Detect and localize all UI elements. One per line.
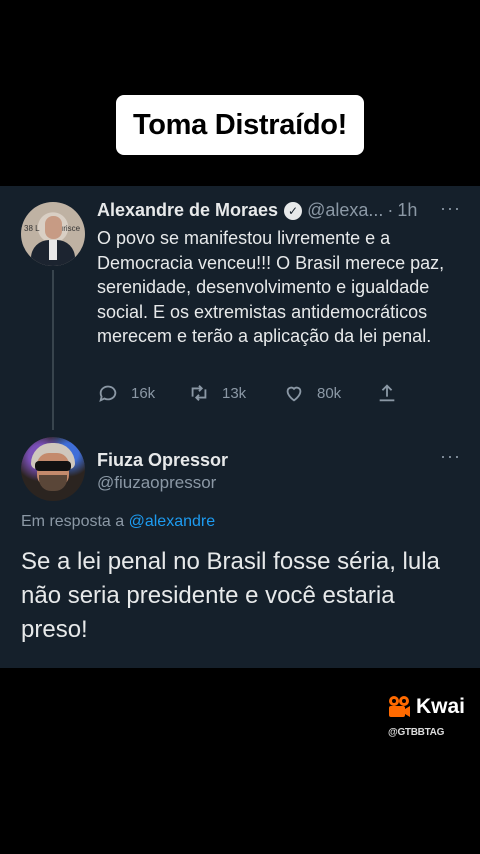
avatar-glasses [35, 461, 71, 471]
heart-icon [286, 386, 302, 402]
tweet-header: Alexandre de Moraes ✓ @alexa... · 1h [97, 200, 417, 221]
reply-icon [99, 385, 117, 403]
retweet-button[interactable]: 13k [188, 382, 246, 404]
avatar-text-left: 38 L [24, 224, 40, 233]
replying-to-handle[interactable]: @alexandre [129, 513, 216, 530]
reply-count: 16k [131, 384, 156, 402]
kwai-brand-text: Kwai [416, 695, 466, 718]
thread-line [52, 270, 54, 430]
reply-author-name[interactable]: Fiuza Opressor [97, 450, 228, 471]
kwai-logo: Kwai [386, 694, 465, 720]
caption-text: Toma Distraído! [132, 108, 348, 141]
share-button[interactable] [376, 382, 410, 404]
avatar-text-right: ırisce [61, 224, 81, 233]
kwai-camera-icon [389, 696, 410, 717]
kwai-watermark: @GTBBTAG [388, 727, 445, 738]
avatar-fiuza[interactable] [21, 437, 85, 501]
retweet-icon [191, 385, 207, 401]
more-options-icon[interactable]: ··· [440, 198, 461, 219]
caption-box: Toma Distraído! [116, 95, 364, 155]
tweet-actions: 16k 13k 80k [97, 382, 407, 406]
replying-prefix: Em resposta a [21, 513, 129, 530]
replying-to: Em resposta a @alexandre [21, 513, 215, 531]
verified-badge-icon: ✓ [284, 201, 303, 220]
avatar-alexandre[interactable]: 38 L ırisce [21, 202, 85, 266]
retweet-count: 13k [222, 384, 247, 402]
author-handle[interactable]: @alexa... [307, 200, 383, 221]
share-icon [379, 384, 395, 402]
tweet-time[interactable]: 1h [397, 200, 417, 221]
reply-text: Se a lei penal no Brasil fosse séria, lu… [21, 548, 440, 643]
avatar-face [45, 216, 62, 239]
reply-author-handle[interactable]: @fiuzaopressor [97, 473, 216, 493]
author-name[interactable]: Alexandre de Moraes [97, 200, 278, 221]
separator: · [387, 200, 394, 220]
reply-button[interactable]: 16k [97, 382, 155, 404]
reply-more-options-icon[interactable]: ··· [440, 446, 461, 467]
avatar-shirt [49, 240, 57, 260]
tweet-text: O povo se manifestou livremente e a Demo… [97, 228, 445, 346]
like-button[interactable]: 80k [283, 382, 341, 404]
like-count: 80k [317, 384, 342, 402]
